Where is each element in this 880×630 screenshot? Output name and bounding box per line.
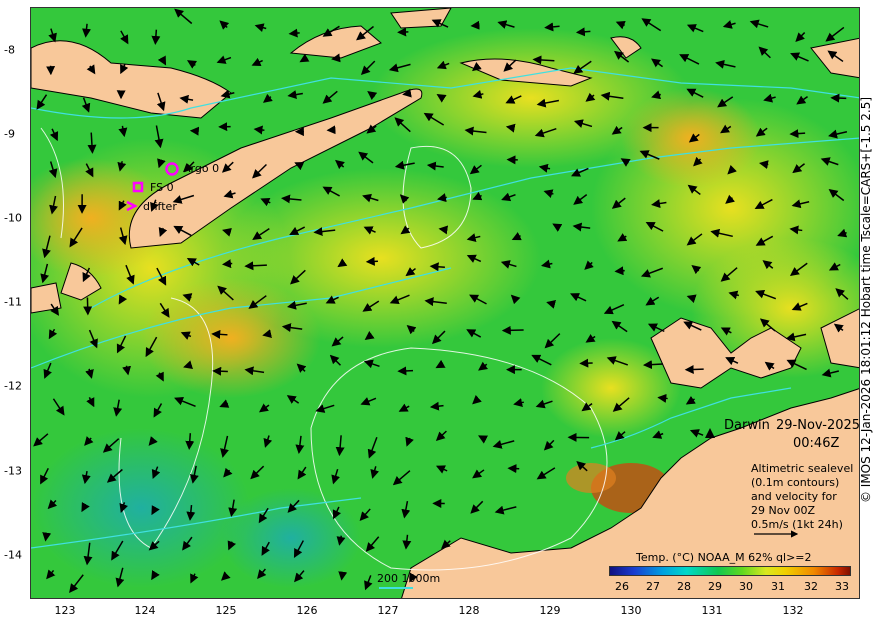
colorbar-tick: 30 [739,580,753,593]
x-tick-label: 127 [377,604,399,617]
velocity-arrow [830,93,847,103]
x-tick-label: 126 [296,604,318,617]
velocity-arrow [288,28,300,38]
x-tick-label: 123 [54,604,76,617]
map-area[interactable] [30,7,860,599]
info-line: 0.5m/s (1kt 24h) [751,518,843,531]
colorbar-tick: 29 [708,580,722,593]
scale-bar-label: 200 1000m [377,572,441,585]
velocity-arrow [42,532,52,542]
velocity-arrow [365,256,378,266]
velocity-arrow [642,360,663,370]
sst-map [31,8,859,598]
island-west-edge [31,282,62,314]
x-tick-label: 129 [539,604,561,617]
velocity-arrow [222,259,233,269]
velocity-arrow [614,266,625,276]
argo-label: Argo 0 [183,162,220,175]
velocity-arrow [397,366,414,376]
fs-label: FS 0 [150,181,174,194]
info-line: and velocity for [751,490,837,503]
velocity-arrow [684,364,704,374]
velocity-arrow [151,29,161,45]
colorbar-tick: 27 [646,580,660,593]
info-line: Altimetric sealevel [751,462,854,475]
colorbar-tick: 31 [771,580,785,593]
date-label: 29-Nov-2025 [776,418,861,433]
colorbar-tick: 33 [835,580,849,593]
colorbar-tick: 26 [615,580,629,593]
y-tick-label: -9 [4,127,15,141]
info-line: 29 Nov 00Z [751,504,815,517]
info-line: (0.1m contours) [751,476,840,489]
x-tick-label: 128 [458,604,480,617]
x-tick-label: 131 [701,604,723,617]
velocity-arrow [244,261,267,271]
drifter-label: drifter [143,200,177,213]
y-tick-label: -14 [4,548,22,562]
velocity-arrow [429,262,445,272]
y-tick-label: -10 [4,211,22,225]
velocity-arrow [212,366,228,376]
y-tick-label: -13 [4,464,22,478]
place-name: Darwin [724,418,770,433]
y-tick-label: -11 [4,295,22,309]
velocity-arrow [789,129,806,139]
colorbar-tick: 28 [677,580,691,593]
velocity-arrow [470,20,480,30]
y-tick-label: -8 [4,43,15,57]
x-tick-label: 132 [782,604,804,617]
info-block: Altimetric sealevel (0.1m contours) and … [751,462,853,532]
velocity-arrow [657,393,668,403]
time-label: 00:46Z [793,436,840,451]
credit-text: © IMOS 12-Jan-2026 18:01:12 Hobart time … [859,96,873,504]
x-tick-label: 124 [134,604,156,617]
velocity-arrow [438,225,449,235]
colorbar-tick: 32 [804,580,818,593]
velocity-arrow [211,329,228,339]
x-tick-label: 125 [215,604,237,617]
velocity-arrow [575,27,591,37]
y-tick-label: -12 [4,379,22,393]
velocity-arrow [253,125,265,135]
colorbar-title: Temp. (°C) NOAA_M 62% ql>=2 [636,551,812,564]
colorbar [609,566,851,576]
x-tick-label: 130 [620,604,642,617]
